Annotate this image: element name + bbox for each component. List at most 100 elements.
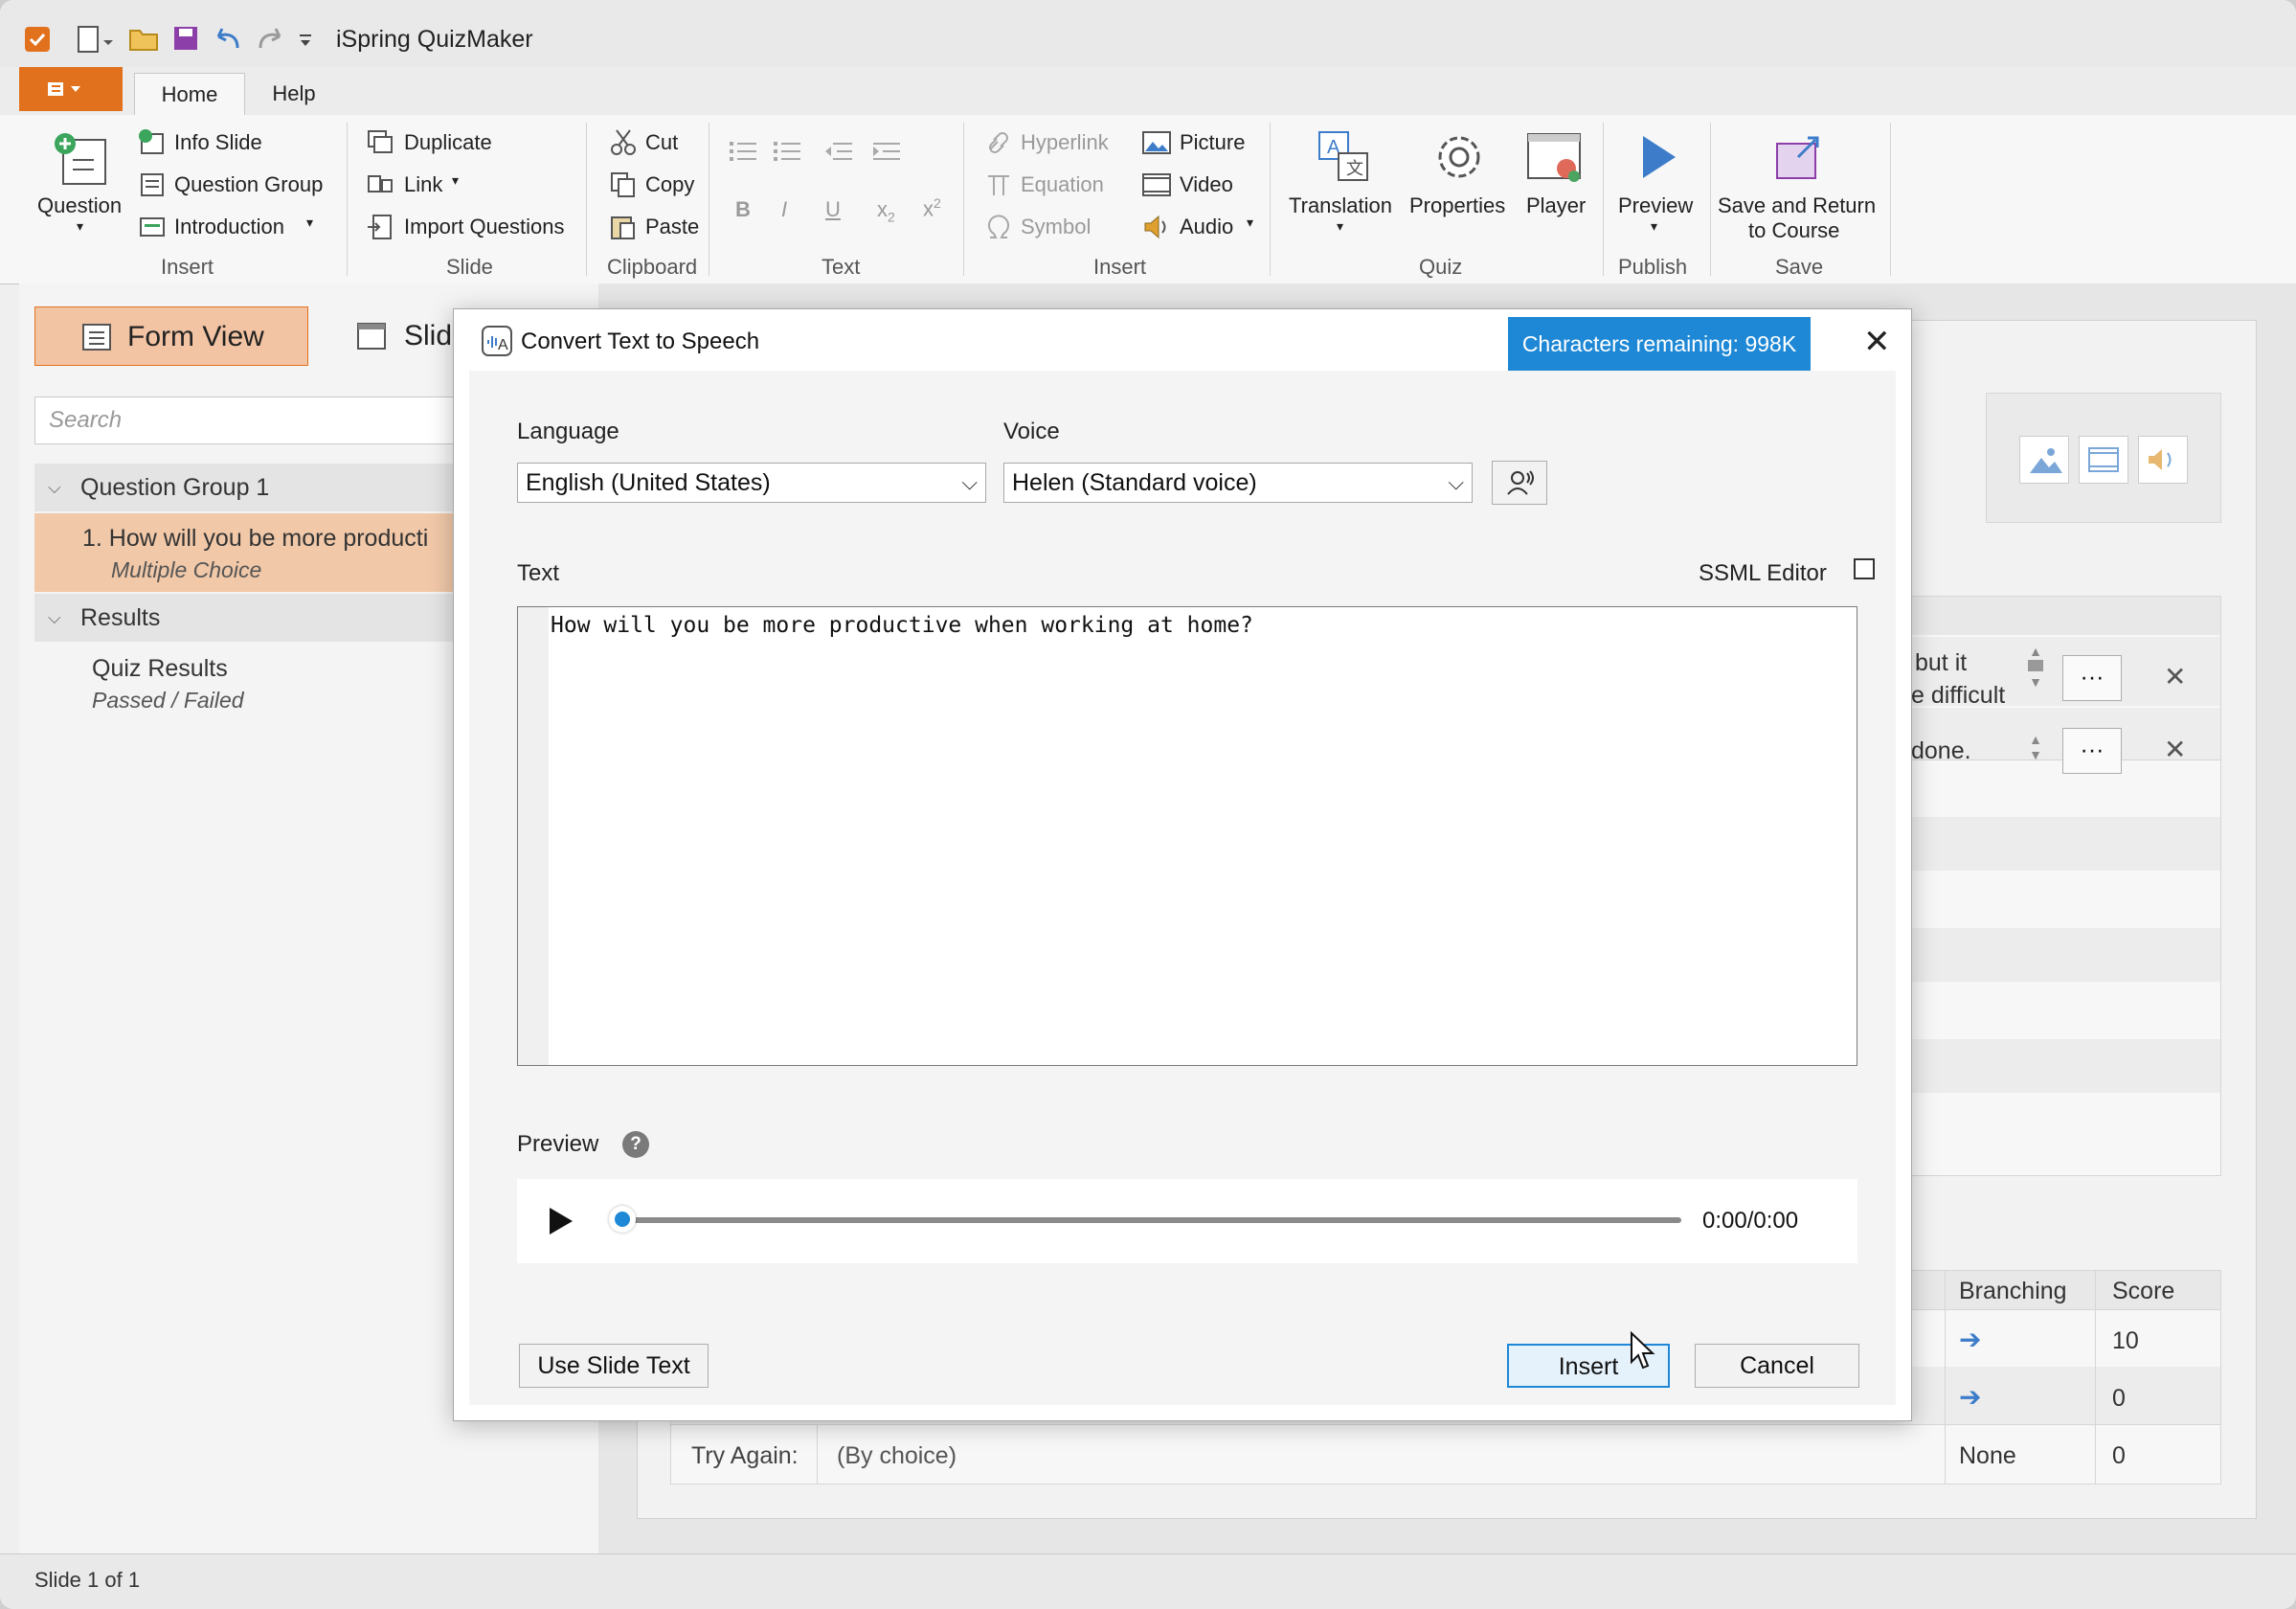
omega-icon: [988, 215, 1009, 238]
chevron-down-icon: ▾: [306, 215, 314, 230]
insert-picture-icon[interactable]: [2019, 436, 2069, 484]
text-label: Text: [517, 560, 560, 586]
save-icon[interactable]: [172, 25, 201, 60]
scroll-arrows[interactable]: ▲ ▼: [2026, 732, 2045, 770]
window-title: iSpring QuizMaker: [336, 26, 533, 53]
translation-icon: A文: [1318, 131, 1368, 181]
open-folder-icon[interactable]: [128, 25, 161, 60]
chevron-down-icon: ⌵: [961, 470, 978, 494]
player-button[interactable]: Player: [1515, 125, 1599, 243]
form-view-icon: [82, 324, 111, 351]
undo-icon[interactable]: [213, 25, 243, 60]
try-again-value[interactable]: (By choice): [837, 1442, 957, 1470]
superscript-icon[interactable]: x2: [923, 195, 941, 221]
row-divider: [671, 1424, 2220, 1425]
chevron-down-icon: ▾: [1651, 218, 1658, 234]
person-voice-icon: [1507, 470, 1534, 495]
editor-gutter: [518, 607, 549, 1065]
insert-audio-icon[interactable]: [2138, 436, 2188, 484]
text-to-speech-dialog: A Convert Text to Speech Characters rema…: [453, 308, 1912, 1421]
try-again-score[interactable]: 0: [2112, 1442, 2126, 1470]
new-file-icon[interactable]: [77, 25, 115, 64]
save-return-button[interactable]: Save and Return to Course: [1714, 125, 1884, 249]
italic-icon[interactable]: I: [781, 197, 787, 222]
save-return-icon: [1776, 136, 1819, 179]
translation-button[interactable]: A文 Translation ▾: [1287, 125, 1400, 243]
use-slide-text-button[interactable]: Use Slide Text: [519, 1344, 709, 1388]
equation-icon: [988, 175, 1009, 195]
insert-video-icon[interactable]: [2079, 436, 2128, 484]
answer-text[interactable]: done.: [1911, 737, 1971, 765]
play-icon[interactable]: [546, 1206, 576, 1236]
decrease-indent-icon[interactable]: [823, 138, 856, 165]
score-value[interactable]: 0: [2112, 1385, 2126, 1413]
try-again-branch[interactable]: None: [1959, 1442, 2016, 1470]
arrow-right-icon[interactable]: ➔: [1959, 1324, 1981, 1355]
column-divider: [817, 1424, 818, 1484]
audio-player: 0:00/0:00: [517, 1179, 1857, 1263]
text-editor[interactable]: How will you be more productive when wor…: [517, 606, 1857, 1066]
chevron-down-icon: ⌵: [48, 608, 61, 627]
voice-select[interactable]: Helen (Standard voice) ⌵: [1003, 463, 1473, 503]
player-icon: [1527, 133, 1581, 182]
chevron-down-icon: ▾: [77, 218, 84, 234]
title-bar: iSpring QuizMaker: [0, 0, 2296, 67]
numbered-list-icon[interactable]: [772, 138, 804, 165]
tab-help[interactable]: Help: [253, 73, 335, 115]
language-label: Language: [517, 419, 619, 444]
preview-help-icon[interactable]: ?: [622, 1131, 649, 1158]
ribbon-separator: [963, 123, 964, 276]
picture-icon: [1142, 131, 1171, 154]
underline-icon[interactable]: U: [825, 197, 841, 222]
answer-options-button[interactable]: ···: [2062, 728, 2122, 774]
paste-icon: [611, 216, 635, 239]
group-label-publish: Publish: [1618, 255, 1688, 279]
answer-options-button[interactable]: ···: [2062, 655, 2122, 701]
introduction-icon: [140, 217, 165, 237]
scroll-arrows[interactable]: ▲ ▼: [2026, 644, 2045, 711]
voice-settings-button[interactable]: [1492, 461, 1547, 505]
question-icon: [55, 133, 106, 185]
delete-answer-icon[interactable]: ✕: [2164, 734, 2186, 765]
arrow-right-icon[interactable]: ➔: [1959, 1381, 1981, 1413]
ribbon-separator: [347, 123, 348, 276]
progress-track[interactable]: [609, 1206, 1681, 1233]
preview-label: Preview: [517, 1131, 599, 1157]
tab-home[interactable]: Home: [134, 73, 245, 116]
info-slide-icon: [139, 129, 164, 154]
try-again-label: Try Again:: [691, 1442, 799, 1469]
cancel-button[interactable]: Cancel: [1695, 1344, 1859, 1388]
answer-text[interactable]: but it: [1915, 649, 1967, 677]
customize-toolbar-icon[interactable]: [299, 25, 312, 60]
chevron-down-icon: ▾: [1247, 215, 1254, 230]
ssml-editor-label: SSML Editor: [1699, 560, 1827, 586]
video-icon: [1142, 173, 1171, 196]
properties-button[interactable]: Properties: [1406, 125, 1513, 243]
delete-answer-icon[interactable]: ✕: [2164, 661, 2186, 692]
form-view-tab[interactable]: Form View: [34, 306, 308, 366]
bullet-list-icon[interactable]: [728, 138, 760, 165]
redo-icon[interactable]: [255, 25, 285, 60]
language-select[interactable]: English (United States) ⌵: [517, 463, 986, 503]
chevron-down-icon: ▾: [1337, 218, 1344, 234]
ribbon-separator: [1710, 123, 1711, 276]
ribbon-separator: [1890, 123, 1891, 276]
import-icon: [368, 215, 392, 239]
link-icon: [368, 175, 393, 193]
score-value[interactable]: 10: [2112, 1327, 2139, 1355]
slide-view-tab[interactable]: Slid: [308, 306, 454, 366]
mouse-cursor-icon: [1631, 1331, 1655, 1370]
bold-icon[interactable]: B: [735, 197, 751, 222]
answer-text[interactable]: e difficult: [1911, 682, 2005, 710]
question-button[interactable]: Question ▾: [33, 126, 134, 241]
ribbon-separator: [1603, 123, 1604, 276]
file-menu-button[interactable]: [19, 67, 123, 111]
subscript-icon[interactable]: x2: [877, 197, 895, 224]
increase-indent-icon[interactable]: [871, 138, 904, 165]
ssml-editor-checkbox[interactable]: [1854, 558, 1875, 579]
preview-button[interactable]: Preview ▾: [1616, 125, 1699, 243]
progress-thumb[interactable]: [609, 1206, 636, 1233]
characters-remaining-badge: Characters remaining: 998K: [1508, 317, 1811, 371]
close-icon[interactable]: ✕: [1863, 323, 1891, 361]
group-label-insert-media: Insert: [1093, 255, 1147, 279]
